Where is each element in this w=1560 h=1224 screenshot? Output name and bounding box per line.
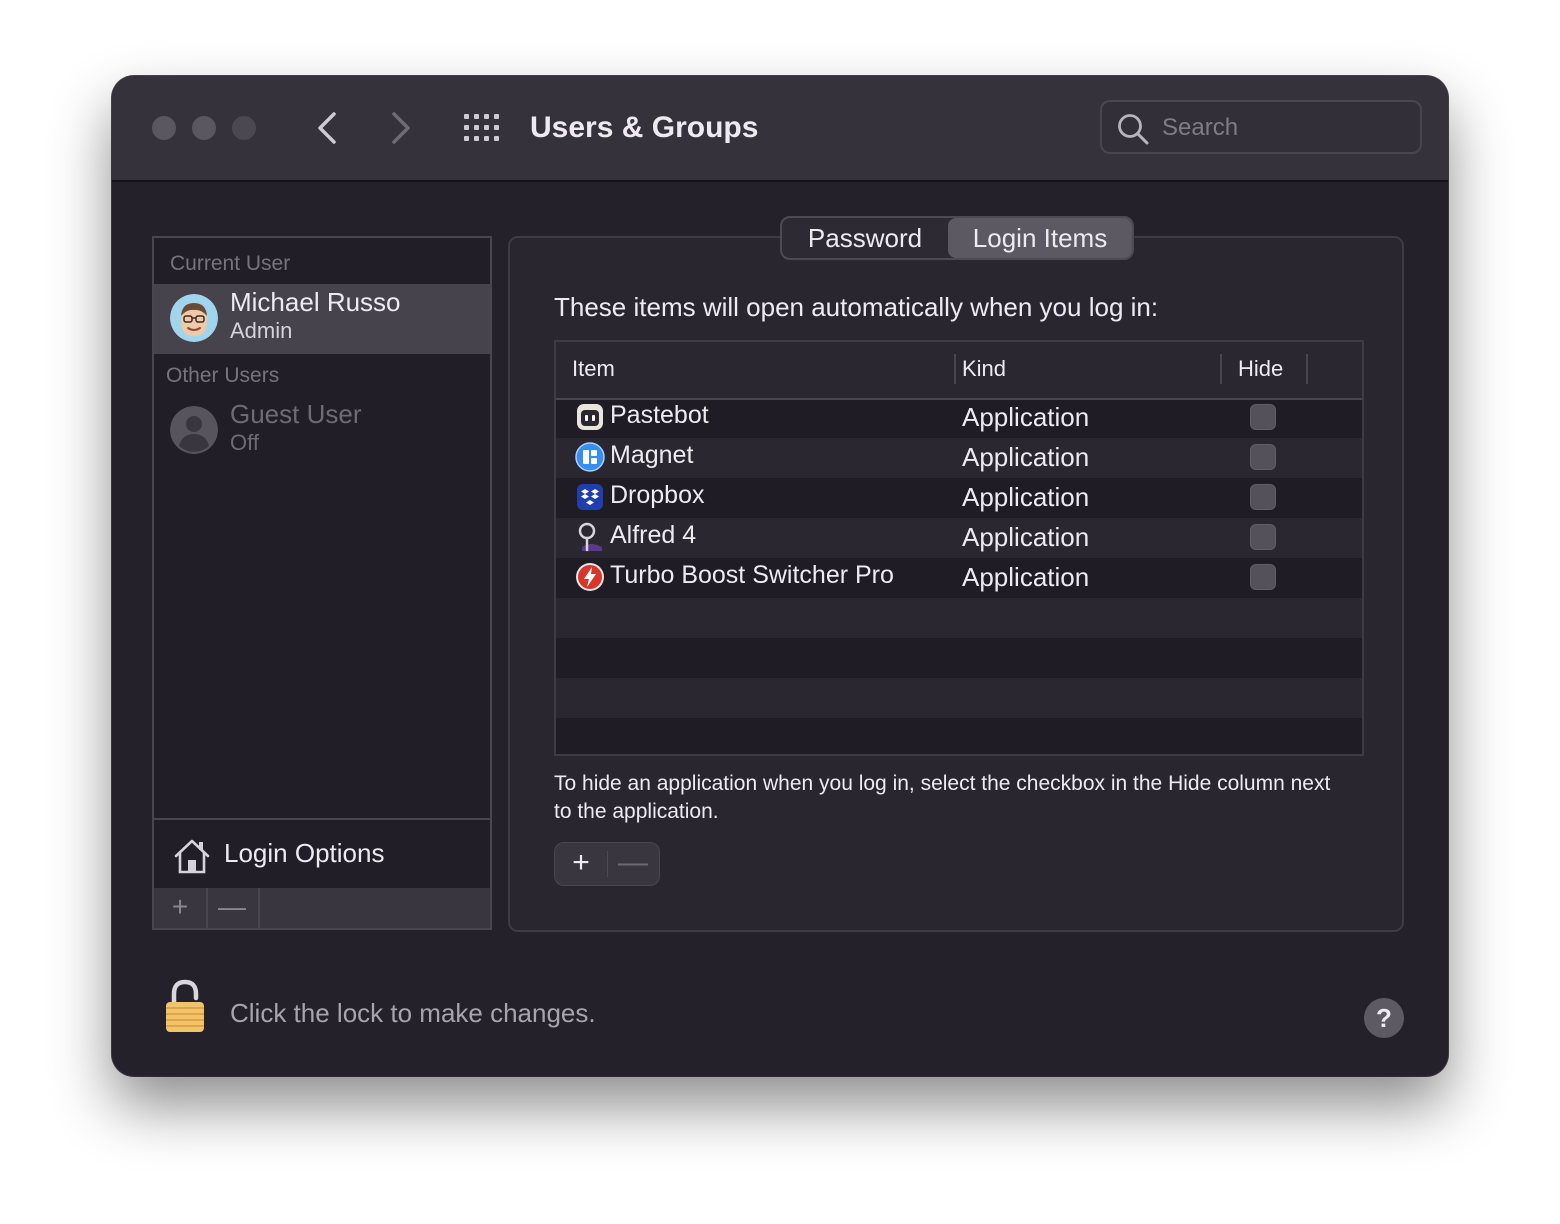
current-user-header: Current User	[170, 252, 291, 275]
search-field[interactable]	[1100, 100, 1422, 154]
hide-checkbox[interactable]	[1250, 524, 1276, 550]
search-icon	[1118, 114, 1149, 145]
grid-icon	[464, 114, 499, 141]
lock-icon[interactable]	[162, 978, 208, 1034]
tab-login-items[interactable]: Login Items	[948, 218, 1132, 258]
close-window-button[interactable]	[152, 116, 176, 140]
titlebar: Users & Groups	[112, 76, 1448, 182]
other-users-header: Other Users	[166, 364, 280, 387]
search-input[interactable]	[1160, 110, 1414, 146]
guest-user-name: Guest User	[230, 399, 362, 429]
item-name: Pastebot	[610, 401, 709, 429]
item-kind: Application	[962, 562, 1090, 592]
empty-row	[556, 718, 1362, 754]
column-divider	[954, 354, 956, 384]
item-kind: Application	[962, 522, 1090, 552]
column-header-item[interactable]: Item	[572, 356, 615, 382]
column-header-kind[interactable]: Kind	[962, 356, 1006, 382]
login-items-table: Item Kind Hide Pastebot Application Magn…	[554, 340, 1364, 756]
add-login-item-button[interactable]: +	[555, 843, 607, 885]
tab-bar: Password Login Items	[780, 216, 1134, 260]
users-sidebar: Current User Michael Russo Admin Other U…	[152, 236, 492, 930]
add-user-button[interactable]: +	[154, 888, 208, 928]
login-items-intro: These items will open automatically when…	[554, 292, 1159, 322]
avatar	[170, 406, 218, 454]
hide-checkbox[interactable]	[1250, 444, 1276, 470]
window-title: Users & Groups	[530, 111, 759, 144]
remove-user-button[interactable]: —	[206, 888, 260, 928]
table-row[interactable]: Pastebot Application	[556, 398, 1362, 438]
help-button[interactable]: ?	[1364, 998, 1404, 1038]
item-kind: Application	[962, 482, 1090, 512]
current-user-role: Admin	[230, 318, 293, 343]
chevron-left-icon	[318, 112, 336, 144]
dropbox-icon	[577, 484, 603, 510]
item-name: Magnet	[610, 441, 694, 469]
current-user-name: Michael Russo	[230, 287, 401, 317]
hide-checkbox[interactable]	[1250, 404, 1276, 430]
table-row[interactable]: Turbo Boost Switcher Pro Application	[556, 558, 1362, 598]
show-all-button[interactable]	[462, 112, 502, 144]
hide-checkbox[interactable]	[1250, 564, 1276, 590]
table-row[interactable]: Magnet Application	[556, 438, 1362, 478]
chevron-right-icon	[392, 112, 410, 144]
column-header-hide[interactable]: Hide	[1238, 356, 1283, 382]
login-items-button-group: + —	[554, 842, 660, 886]
table-row[interactable]: Alfred 4 Application	[556, 518, 1362, 558]
zoom-window-button[interactable]	[232, 116, 256, 140]
avatar	[170, 294, 218, 342]
empty-row	[556, 638, 1362, 678]
magnet-icon	[575, 442, 605, 472]
lock-message: Click the lock to make changes.	[230, 998, 596, 1028]
item-kind: Application	[962, 402, 1090, 432]
item-name: Turbo Boost Switcher Pro	[610, 561, 894, 589]
column-divider	[1306, 354, 1308, 384]
item-name: Dropbox	[610, 481, 705, 509]
memoji-avatar-icon	[170, 294, 218, 342]
empty-row	[556, 598, 1362, 638]
minimize-window-button[interactable]	[192, 116, 216, 140]
empty-row	[556, 678, 1362, 718]
users-groups-window: Users & Groups Current User	[112, 76, 1448, 1076]
column-divider	[1220, 354, 1222, 384]
table-header: Item Kind Hide	[556, 342, 1362, 400]
house-icon	[174, 839, 210, 874]
turbo-boost-icon	[576, 563, 604, 591]
item-kind: Application	[962, 442, 1090, 472]
item-name: Alfred 4	[610, 521, 697, 549]
hide-hint-text: To hide an application when you log in, …	[554, 772, 1331, 823]
table-row[interactable]: Dropbox Application	[556, 478, 1362, 518]
alfred-icon	[578, 522, 602, 552]
back-button[interactable]	[308, 106, 348, 150]
user-row-guest[interactable]: Guest User Off	[154, 396, 490, 466]
hide-checkbox[interactable]	[1250, 484, 1276, 510]
login-options-item[interactable]: Login Options	[154, 818, 490, 888]
forward-button[interactable]	[380, 106, 420, 150]
tab-password[interactable]: Password	[782, 218, 948, 258]
user-row-current[interactable]: Michael Russo Admin	[154, 284, 490, 354]
sidebar-button-bar: + —	[152, 888, 492, 930]
guest-user-icon	[170, 406, 218, 454]
guest-user-status: Off	[230, 430, 259, 455]
remove-login-item-button[interactable]: —	[607, 843, 659, 885]
pastebot-icon	[577, 404, 603, 430]
login-options-label: Login Options	[224, 838, 385, 868]
